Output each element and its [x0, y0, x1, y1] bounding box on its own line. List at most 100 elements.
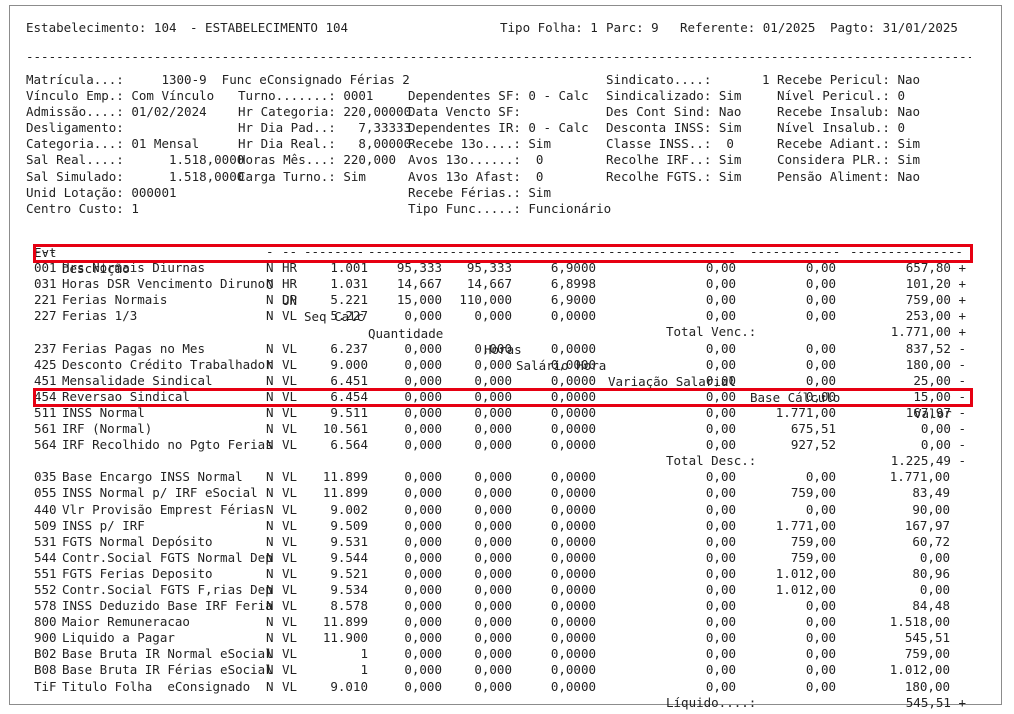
- evt-o: N: [266, 437, 274, 453]
- evt-unit: VL: [282, 308, 298, 324]
- total-label: Total Desc.:: [666, 453, 757, 469]
- info-line: Recolhe IRF..: Sim: [606, 152, 742, 168]
- evt-horas: 0,000: [474, 646, 512, 662]
- evt-quantidade: 0,000: [404, 437, 442, 453]
- evt-o: N: [266, 292, 274, 308]
- evt-seq-calc: 6.237: [330, 340, 368, 356]
- info-line: Recolhe FGTS.: Sim: [606, 168, 742, 184]
- evt-unit: VL: [282, 356, 298, 372]
- evt-quantidade: 0,000: [404, 404, 442, 420]
- tipo-folha: Tipo Folha: 1: [500, 20, 598, 35]
- evt-unit: VL: [282, 372, 298, 388]
- evt-horas: 0,000: [474, 581, 512, 597]
- evt-description: Titulo Folha eConsignado: [62, 678, 251, 694]
- evt-horas: 0,000: [474, 340, 512, 356]
- evt-unit: VL: [282, 565, 298, 581]
- evt-horas: 110,000: [459, 292, 512, 308]
- evt-valor: 0,00: [919, 581, 950, 597]
- evt-salario-hora: 0,0000: [550, 372, 596, 388]
- evt-valor: 80,96: [912, 565, 950, 581]
- evt-variacao: 0,00: [705, 308, 736, 324]
- evt-valor: 90,00: [912, 501, 950, 517]
- evt-horas: 0,000: [474, 501, 512, 517]
- evt-base-calculo: 0,00: [805, 501, 836, 517]
- info-line: [238, 72, 411, 88]
- estab-label: Estabelecimento: 104: [26, 20, 177, 35]
- evt-unit: VL: [282, 517, 298, 533]
- evt-description: IRF Recolhido no Pgto Ferias: [62, 437, 273, 453]
- info-line: [606, 185, 741, 201]
- evt-base-calculo: 927,52: [790, 437, 836, 453]
- evt-valor: 180,00: [904, 678, 950, 694]
- evt-base-calculo: 759,00: [790, 549, 836, 565]
- evt-description: Contr.Social FGTS Normal Dep: [62, 549, 273, 565]
- evt-base-calculo: 0,00: [805, 598, 836, 614]
- evt-description: FGTS Normal Depósito: [62, 533, 213, 549]
- evt-valor: 253,00 +: [905, 308, 966, 324]
- info-line: Hr Dia Real.: 8,00000: [238, 136, 412, 152]
- table-row: 227 Ferias 1/3 N VL 5.227 0,000 0,000 0,0000 0,0…: [10, 308, 1001, 324]
- evt-valor: 759,00: [904, 646, 950, 662]
- evt-salario-hora: 0,0000: [550, 614, 596, 630]
- evt-quantidade: 0,000: [404, 646, 442, 662]
- evt-base-calculo: 0,00: [805, 356, 836, 372]
- evt-o: N: [266, 404, 274, 420]
- evt-seq-calc: 11.899: [322, 485, 368, 501]
- evt-unit: VL: [282, 598, 298, 614]
- evt-quantidade: 0,000: [404, 485, 442, 501]
- evt-description: Mensalidade Sindical: [62, 372, 213, 388]
- evt-horas: 0,000: [474, 437, 512, 453]
- table-row: 055 INSS Normal p/ IRF eSocial N VL 11.899 0,…: [10, 485, 1001, 501]
- info-line: [238, 201, 411, 217]
- info-line: Hr Categoria: 220,00000: [238, 104, 412, 120]
- evt-description: IRF (Normal): [62, 421, 153, 437]
- evt-variacao: 0,00: [705, 437, 736, 453]
- evt-code: 552: [34, 581, 57, 597]
- evt-base-calculo: 0,00: [805, 276, 836, 292]
- report-frame: Estabelecimento: 104 - ESTABELECIMENTO 1…: [9, 5, 1002, 710]
- evt-horas: 0,000: [474, 662, 512, 678]
- evt-o: N: [266, 517, 274, 533]
- evt-code: 221: [34, 292, 57, 308]
- evt-seq-calc: 5.221: [330, 292, 368, 308]
- evt-valor: 167,97 -: [905, 404, 966, 420]
- evt-base-calculo: 0,00: [805, 630, 836, 646]
- evt-unit: VL: [282, 549, 298, 565]
- evt-quantidade: 0,000: [404, 533, 442, 549]
- evt-valor: 180,00 -: [905, 356, 966, 372]
- evt-salario-hora: 0,0000: [550, 501, 596, 517]
- evt-salario-hora: 6,9000: [550, 292, 596, 308]
- evt-quantidade: 0,000: [404, 421, 442, 437]
- evt-horas: 0,000: [474, 549, 512, 565]
- pagto: Pagto: 31/01/2025: [830, 20, 958, 35]
- evt-salario-hora: 0,0000: [550, 421, 596, 437]
- evt-seq-calc: 11.899: [322, 614, 368, 630]
- evt-seq-calc: 1.031: [330, 276, 368, 292]
- evt-seq-calc: 10.561: [322, 421, 368, 437]
- evt-code: 227: [34, 308, 57, 324]
- evt-variacao: 0,00: [705, 372, 736, 388]
- evt-code: 551: [34, 565, 57, 581]
- evt-salario-hora: 0,0000: [550, 356, 596, 372]
- evt-salario-hora: 0,0000: [550, 565, 596, 581]
- evt-description: Vlr Provisão Emprest Férias: [62, 501, 266, 517]
- evt-base-calculo: 0,00: [805, 308, 836, 324]
- info-line: Sindicato....:: [606, 72, 712, 87]
- evt-variacao: 0,00: [705, 581, 736, 597]
- evt-horas: 0,000: [474, 469, 512, 485]
- table-row: 531 FGTS Normal Depósito N VL 9.531 0,000 0,00…: [10, 534, 1001, 550]
- evt-code: 564: [34, 437, 57, 453]
- evt-code: 425: [34, 356, 57, 372]
- evt-description: Contr.Social FGTS F,rias Dep: [62, 581, 273, 597]
- total-label: Líquido....:: [666, 694, 757, 710]
- evt-unit: VL: [282, 469, 298, 485]
- evt-variacao: 0,00: [705, 614, 736, 630]
- evt-valor: 25,00 -: [913, 372, 966, 388]
- info-line: Avos 13o......: 0: [408, 152, 544, 168]
- evt-quantidade: 0,000: [404, 614, 442, 630]
- evt-seq-calc: 1: [360, 646, 368, 662]
- evt-variacao: 0,00: [705, 678, 736, 694]
- info-line: Horas Mês...: 220,000: [238, 152, 397, 168]
- evt-salario-hora: 6,8998: [550, 276, 596, 292]
- evt-base-calculo: 0,00: [805, 372, 836, 388]
